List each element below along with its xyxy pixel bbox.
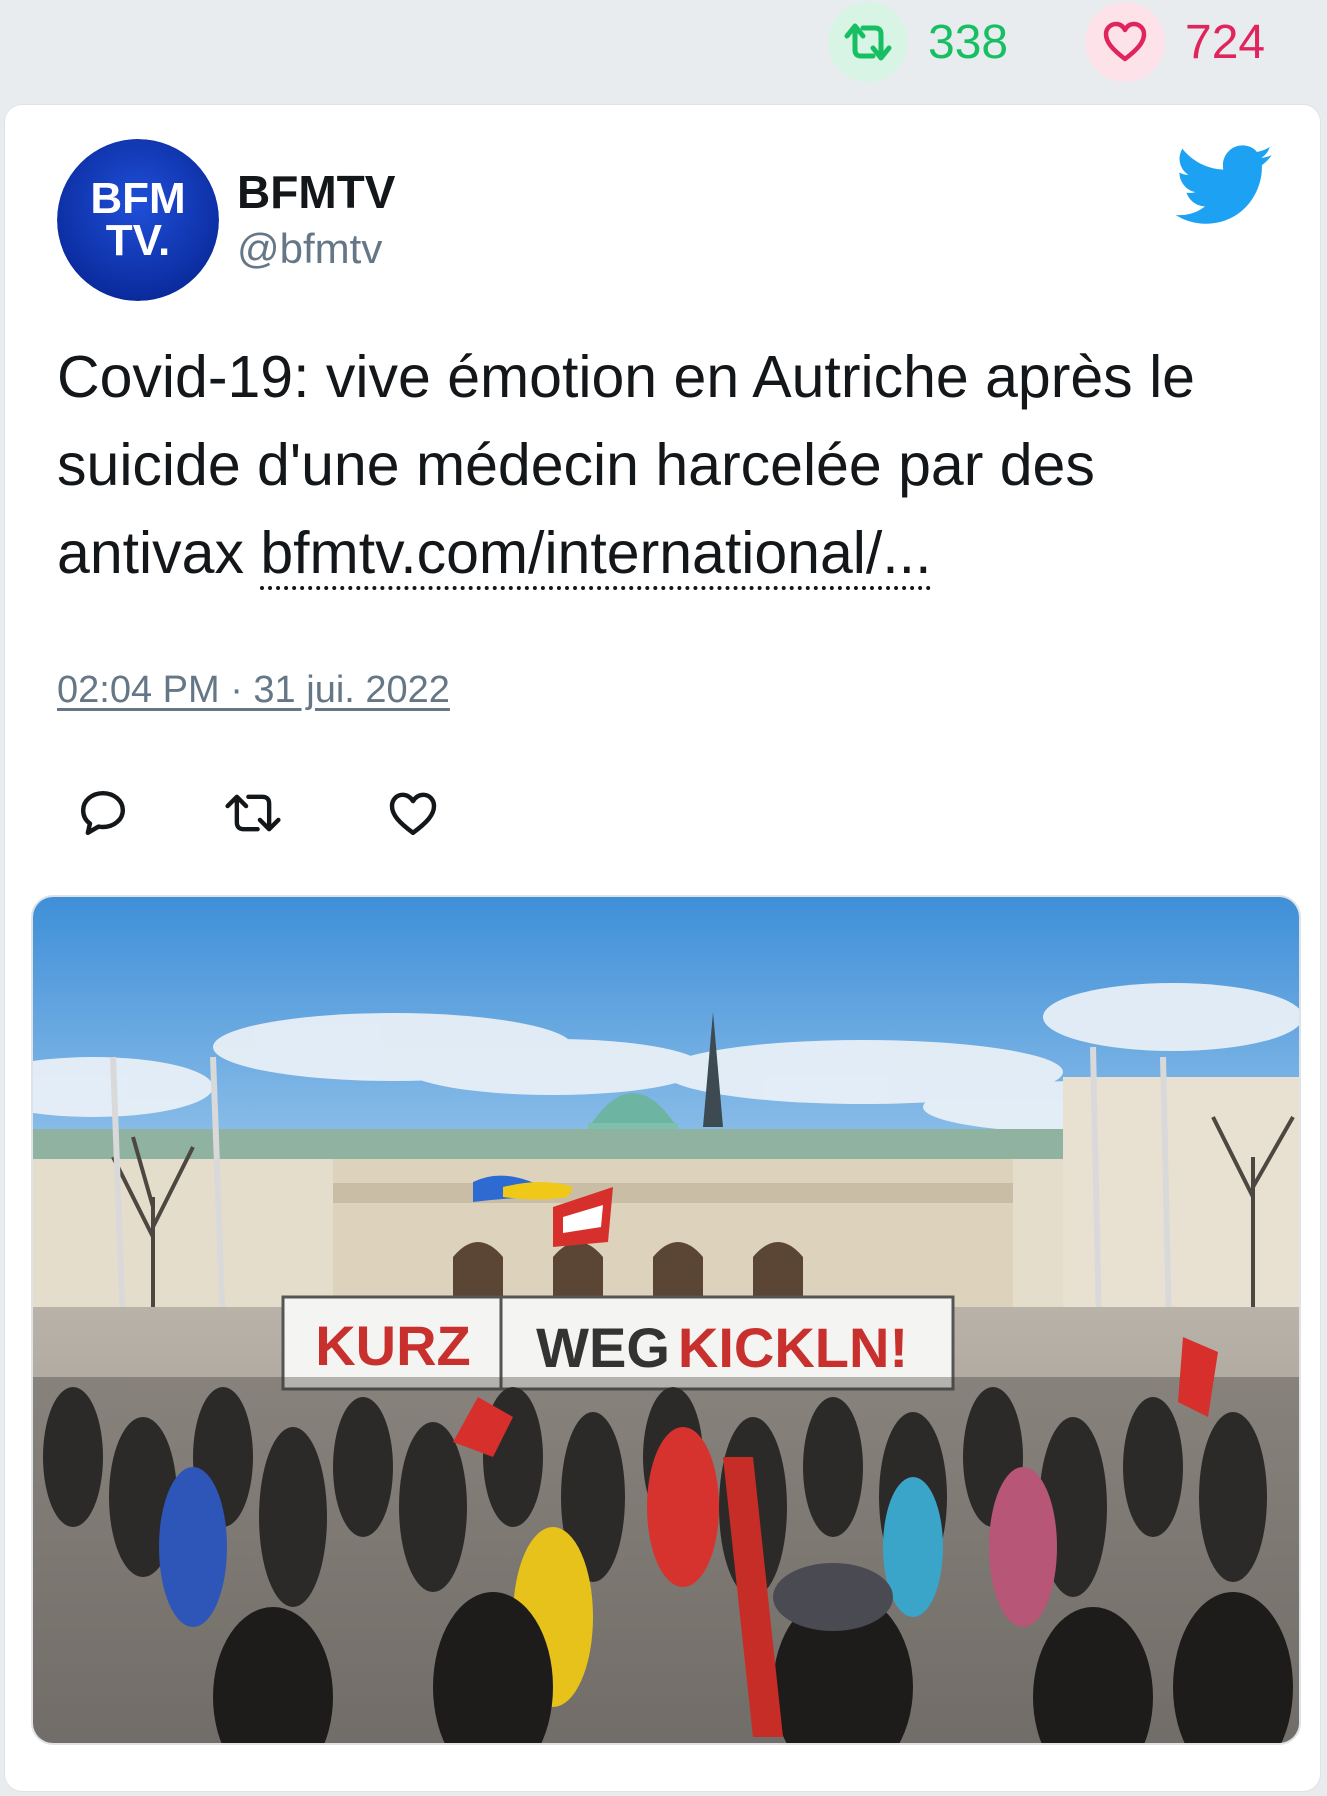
like-stat[interactable]: 724 [1085, 2, 1265, 82]
avatar-logo-line2: TV. [106, 216, 170, 265]
tweet-text: Covid-19: vive émotion en Autriche après… [57, 333, 1297, 597]
banner-text-kurz: KURZ [315, 1314, 471, 1377]
banner-text-weg: WEG [536, 1316, 670, 1379]
tweet-link[interactable]: bfmtv.com/international/... [260, 520, 932, 590]
author-name[interactable]: BFMTV [237, 165, 395, 219]
photo-hat [773, 1563, 893, 1631]
tweet-timestamp[interactable]: 02:04 PM · 31 jui. 2022 [57, 669, 450, 712]
photo-banner: KURZ WEG KICKLN! [281, 1295, 955, 1391]
reply-icon[interactable] [75, 785, 131, 841]
like-icon[interactable] [385, 785, 441, 841]
avatar[interactable]: BFM TV. [57, 139, 219, 301]
photo-crowd [33, 1337, 1299, 1743]
author-handle[interactable]: @bfmtv [237, 225, 382, 273]
heart-stat-icon [1085, 2, 1165, 82]
retweet-icon[interactable] [223, 785, 281, 841]
retweet-stat-icon [828, 2, 908, 82]
retweet-count: 338 [928, 15, 1009, 69]
tweet-media-photo[interactable]: KURZ WEG KICKLN! [31, 895, 1301, 1745]
tweet-stats-bar: 338 724 [0, 0, 1327, 100]
banner-text-kickln: KICKLN! [678, 1316, 908, 1379]
tweet-card: BFM TV. BFMTV @bfmtv Covid-19: vive émot… [4, 104, 1321, 1792]
retweet-stat[interactable]: 338 [828, 2, 1008, 82]
twitter-bird-icon[interactable] [1175, 145, 1275, 227]
like-count: 724 [1185, 15, 1266, 69]
